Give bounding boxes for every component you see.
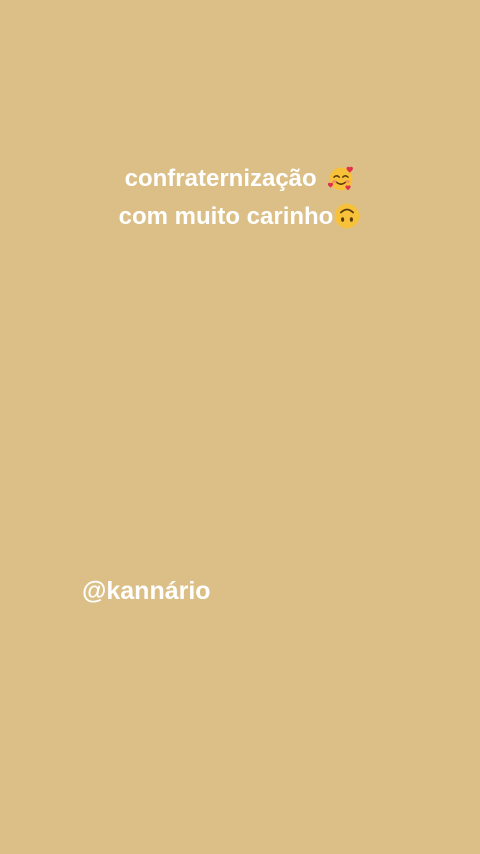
caption-line-1-text: confraternização (124, 165, 317, 192)
upside-down-face-icon (335, 203, 360, 229)
caption-line-2-text: com muito carinho (118, 203, 334, 230)
caption-line-2: com muito carinho (0, 198, 480, 236)
screen: { "caption": { "line1": "confraternizaçã… (0, 0, 480, 854)
caption: confraternização com muito carinho (0, 160, 480, 236)
smiling-face-with-hearts-icon (328, 166, 354, 191)
caption-line-1: confraternização (0, 160, 480, 198)
username-handle: @kannário (82, 577, 211, 605)
